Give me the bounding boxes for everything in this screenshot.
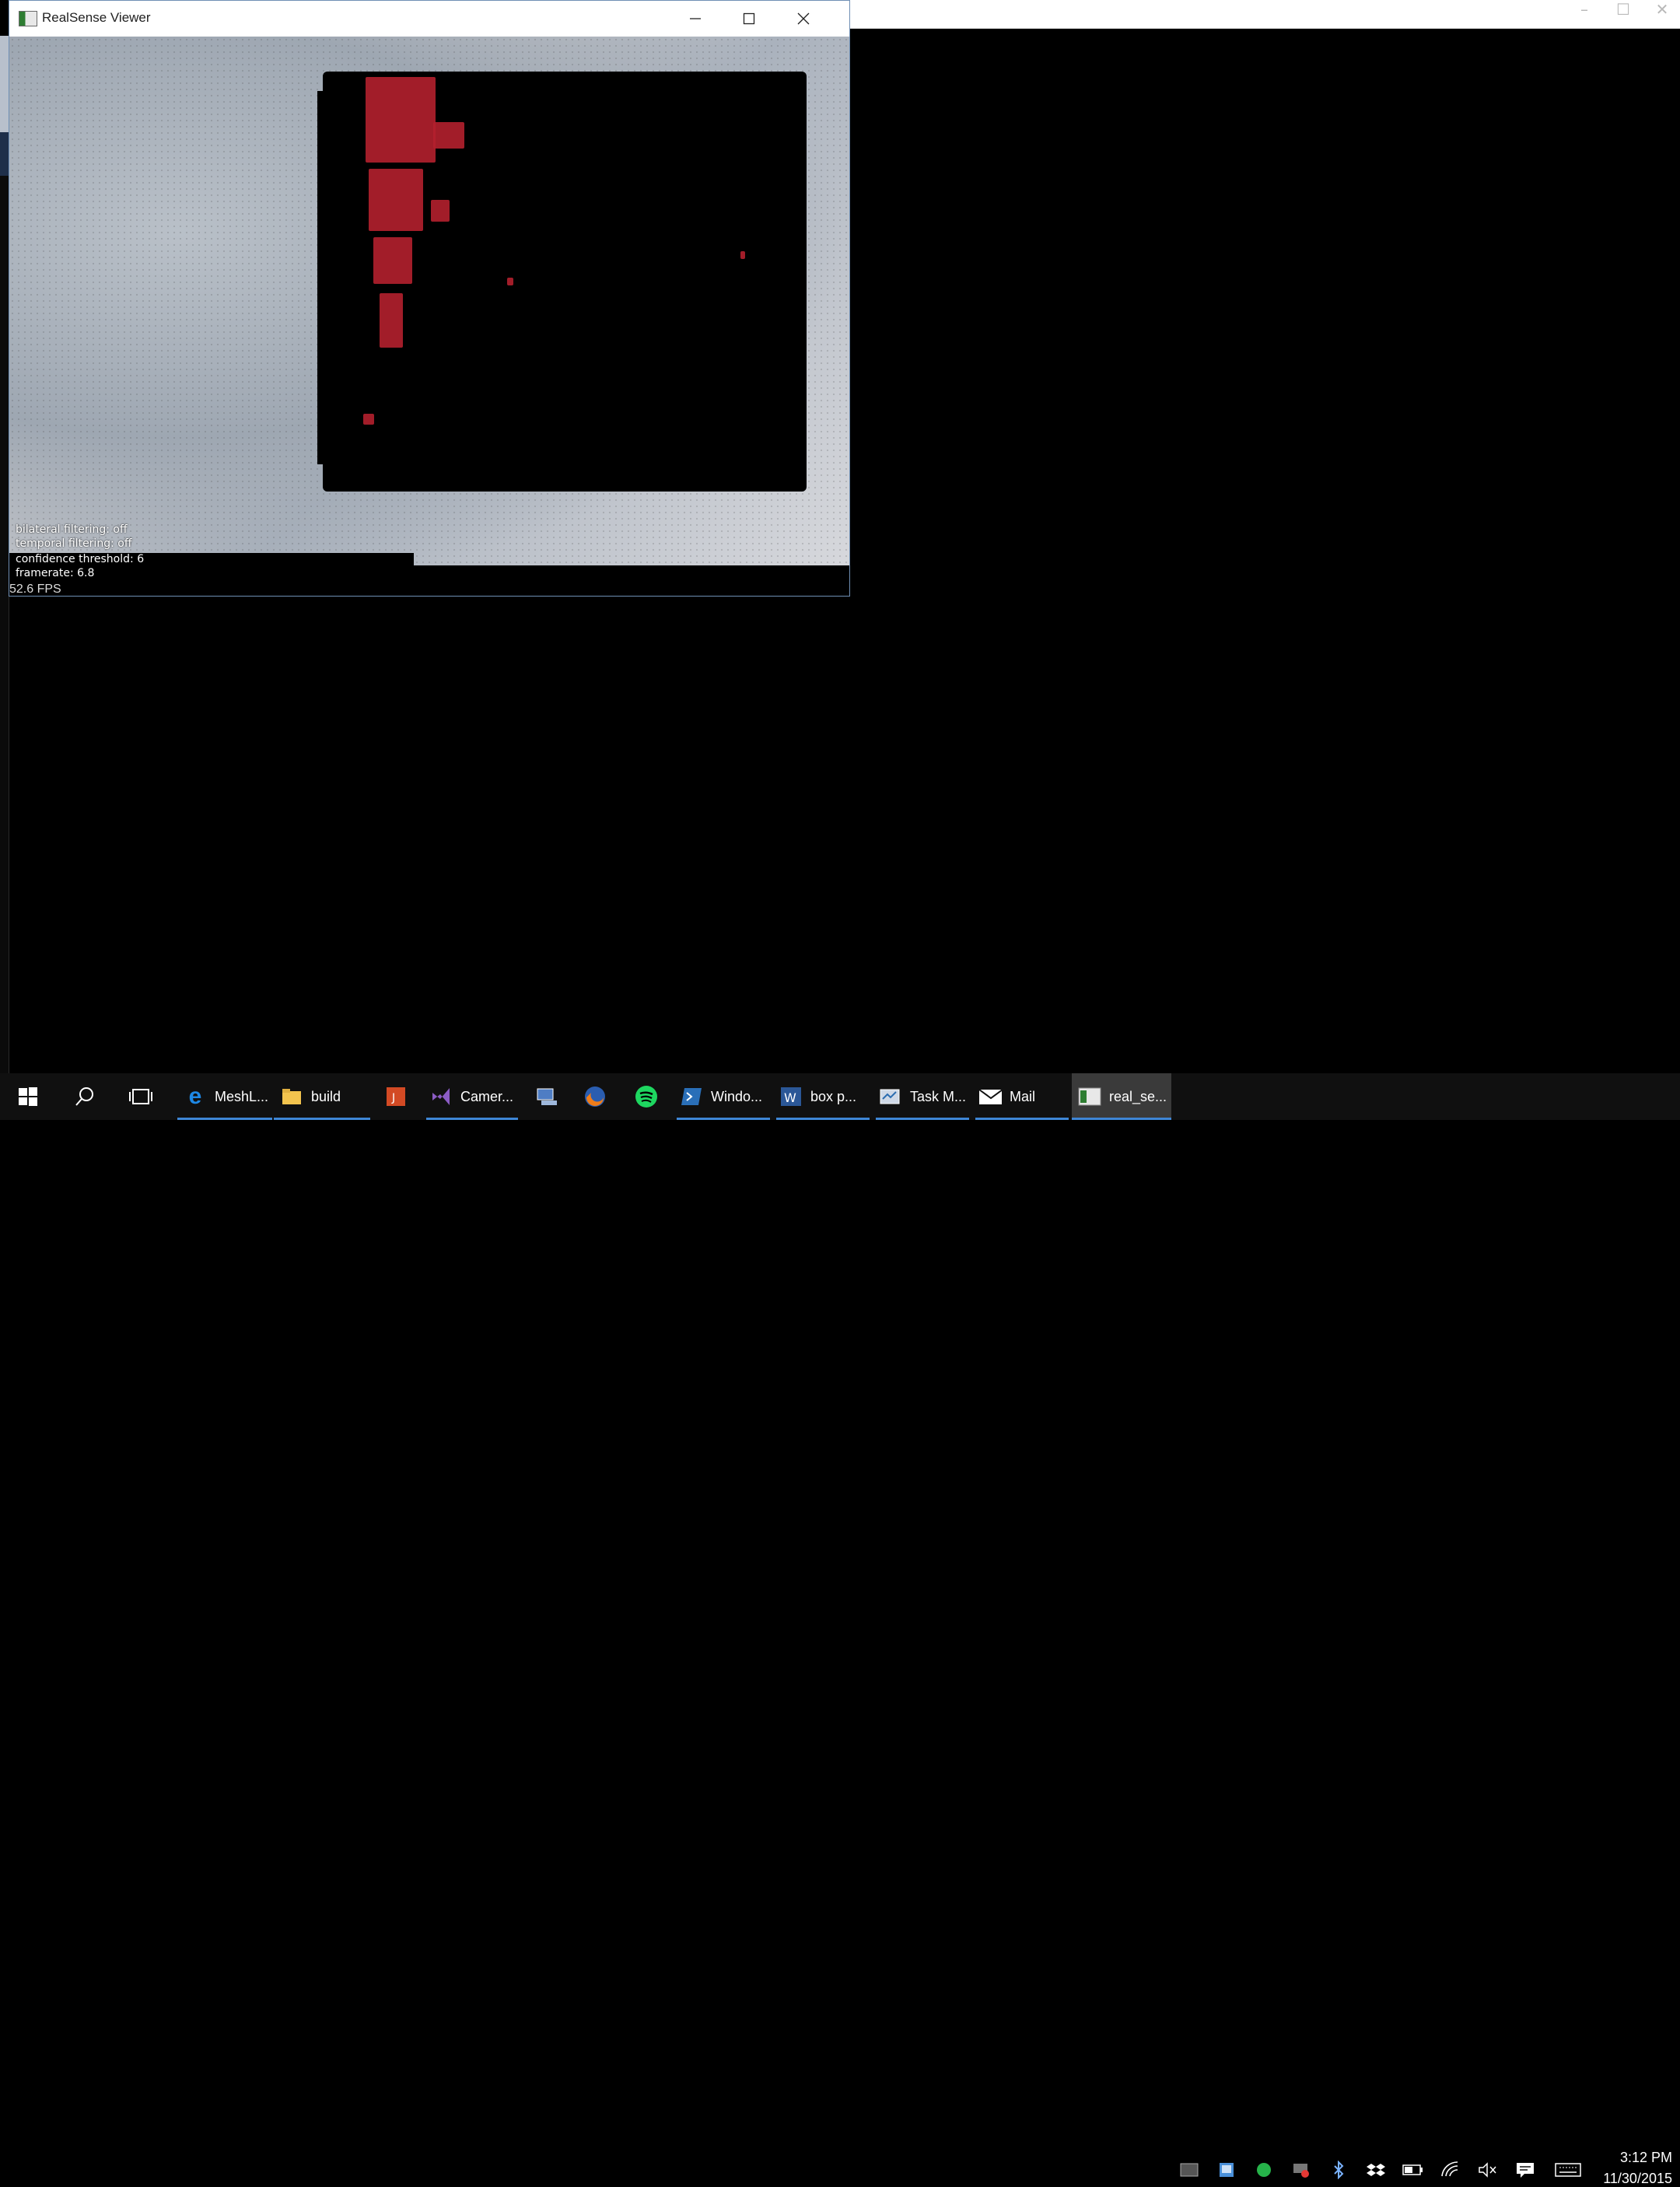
maximize-button[interactable] <box>723 1 775 37</box>
folder-icon <box>280 1085 303 1108</box>
task-view-button[interactable] <box>121 1073 160 1120</box>
search-icon <box>75 1087 93 1106</box>
taskbar-app-meshl[interactable]: e MeshL... <box>177 1073 272 1120</box>
depth-artifact <box>366 77 436 163</box>
taskbar-app-label: real_se... <box>1109 1088 1167 1104</box>
taskbar-app-word[interactable]: W box p... <box>776 1073 870 1120</box>
close-icon[interactable]: ✕ <box>1644 0 1680 20</box>
background-window-titlebar[interactable]: – ☐ ✕ <box>849 0 1680 29</box>
battery-icon[interactable] <box>1402 2158 1425 2182</box>
framerate-status: framerate: 6.8 <box>16 567 95 579</box>
svg-text:J: J <box>391 1092 395 1104</box>
realsense-icon <box>1078 1085 1101 1108</box>
taskbar-app-label: MeshL... <box>215 1088 269 1104</box>
taskbar-app-office[interactable]: J <box>376 1073 415 1120</box>
taskbar-app-firefox[interactable] <box>576 1073 614 1120</box>
tray-app-icon[interactable] <box>1178 2158 1201 2182</box>
svg-text:W: W <box>784 1090 796 1105</box>
keyboard-icon[interactable] <box>1554 2158 1582 2182</box>
clock-date: 11/30/2015 <box>1603 2171 1672 2186</box>
search-button[interactable] <box>65 1073 104 1120</box>
taskbar-app-label: Task M... <box>910 1088 967 1104</box>
dropbox-icon[interactable] <box>1364 2158 1388 2182</box>
taskbar-app-mail[interactable]: Mail <box>975 1073 1069 1120</box>
maximize-icon <box>743 12 755 25</box>
app-icon: J <box>384 1085 408 1108</box>
depth-artifact <box>363 414 374 425</box>
task-manager-icon <box>879 1085 902 1108</box>
taskbar-app-camera[interactable]: Camer... <box>426 1073 518 1120</box>
depth-artifact <box>369 169 423 231</box>
tray-network-error-icon[interactable] <box>1290 2158 1313 2182</box>
taskbar-clock[interactable]: 3:12 PM 11/30/2015 <box>1587 2150 1672 2187</box>
close-icon <box>797 12 810 25</box>
maximize-icon[interactable]: ☐ <box>1605 0 1641 20</box>
windows-logo-icon <box>19 1087 37 1106</box>
depth-stream-view[interactable]: bilateral filtering: off temporal filter… <box>9 37 849 596</box>
tray-window-icon[interactable] <box>1215 2158 1238 2182</box>
visual-studio-icon <box>429 1085 453 1108</box>
spotify-icon <box>635 1085 658 1108</box>
confidence-threshold-status: confidence threshold: 6 <box>16 553 145 565</box>
close-button[interactable] <box>777 1 830 37</box>
depth-artifact <box>431 200 450 222</box>
clock-time: 3:12 PM <box>1619 2150 1672 2165</box>
depth-artifact <box>380 293 403 348</box>
volume-muted-icon[interactable] <box>1476 2158 1500 2182</box>
viewer-title: RealSense Viewer <box>42 10 151 25</box>
taskbar-app-label: Camer... <box>460 1088 514 1104</box>
app-icon <box>535 1085 558 1108</box>
word-icon: W <box>779 1085 803 1108</box>
taskbar-app-task-manager[interactable]: Task M... <box>876 1073 969 1120</box>
tray-green-icon[interactable] <box>1252 2158 1276 2182</box>
task-view-icon <box>129 1089 152 1104</box>
taskbar-app-build[interactable]: build <box>274 1073 370 1120</box>
realsense-viewer-window[interactable]: RealSense Viewer bilateral filtering: of… <box>9 0 850 597</box>
mail-icon <box>978 1085 1002 1108</box>
depth-bottom-edge <box>9 565 849 596</box>
fps-counter: 52.6 FPS <box>9 583 61 596</box>
wifi-icon[interactable] <box>1439 2158 1462 2182</box>
depth-artifact <box>373 237 412 284</box>
minimize-button[interactable] <box>669 1 722 37</box>
action-center-icon[interactable] <box>1514 2158 1537 2182</box>
depth-hole-edge <box>317 91 336 464</box>
powershell-icon <box>680 1085 703 1108</box>
taskbar-app-label: build <box>311 1088 341 1104</box>
minimize-icon <box>690 18 701 19</box>
bilateral-filtering-status: bilateral filtering: off <box>16 523 128 536</box>
taskbar-app-network[interactable] <box>527 1073 566 1120</box>
minimize-icon[interactable]: – <box>1566 0 1602 20</box>
taskbar-app-spotify[interactable] <box>627 1073 666 1120</box>
depth-artifact <box>740 251 745 259</box>
taskbar-app-label: box p... <box>810 1088 857 1104</box>
viewer-titlebar[interactable]: RealSense Viewer <box>9 1 849 37</box>
taskbar-app-label: Mail <box>1010 1088 1036 1104</box>
edge-icon: e <box>188 1083 202 1109</box>
bluetooth-icon[interactable] <box>1327 2158 1350 2182</box>
taskbar: e MeshL... build J Camer... Windo... W b… <box>0 1073 1680 2186</box>
taskbar-app-label: Windo... <box>711 1088 763 1104</box>
temporal-filtering-status: temporal filtering: off <box>16 537 132 550</box>
depth-artifact <box>433 122 464 149</box>
firefox-icon <box>583 1085 607 1108</box>
edge-accent <box>0 36 9 132</box>
taskbar-app-realsense[interactable]: real_se... <box>1072 1073 1171 1120</box>
start-button[interactable] <box>8 1073 48 1120</box>
taskbar-app-windows-powershell[interactable]: Windo... <box>677 1073 770 1120</box>
realsense-app-icon <box>19 11 37 26</box>
depth-artifact <box>507 278 513 285</box>
edge-accent <box>0 132 9 176</box>
